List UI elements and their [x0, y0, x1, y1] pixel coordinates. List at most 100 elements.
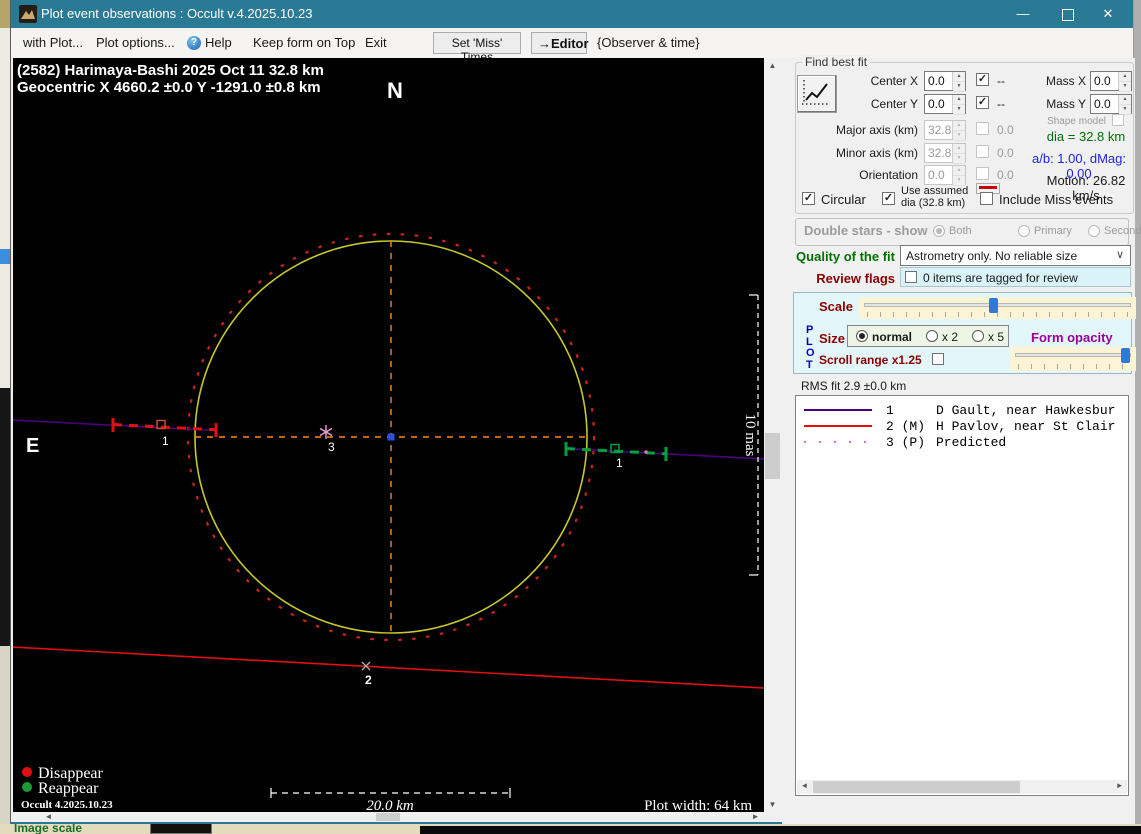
close-button[interactable]: ✕: [1088, 0, 1128, 28]
plot-letter-o: O: [806, 347, 815, 359]
chord2-line: [10, 646, 765, 689]
menu-observer-time[interactable]: {Observer & time}: [597, 35, 700, 50]
center-y-spinner[interactable]: ▲ ▼: [952, 95, 965, 115]
set-miss-times-button[interactable]: Set 'Miss' Times: [433, 32, 521, 64]
center-y-input[interactable]: ▲▼: [924, 94, 966, 115]
plot-horizontal-scrollbar[interactable]: ◄ ►: [41, 812, 763, 822]
major-axis-input: ▲▼: [924, 120, 966, 141]
scroll-left-arrow[interactable]: ◄: [41, 812, 56, 822]
major-axis-checkbox: [976, 122, 989, 135]
list-item[interactable]: 3 (P) Predicted: [796, 434, 1128, 450]
plot-letter-t: T: [806, 358, 813, 371]
size-label: Size: [819, 331, 846, 346]
minor-axis-input: ▲▼: [924, 143, 966, 164]
reappear-legend-dot: [22, 782, 32, 792]
vertical-scroll-thumb[interactable]: [765, 433, 780, 479]
size-radio-group: normal x 2 x 5: [847, 325, 1009, 347]
menu-keep-on-top[interactable]: Keep form on Top: [253, 35, 355, 50]
chord2-label: 2: [365, 673, 372, 687]
background-fragment: [0, 388, 10, 646]
scale-slider-ticks: [867, 312, 1128, 317]
scale-slider[interactable]: [859, 297, 1136, 319]
minor-axis-flag: 0.0: [997, 146, 1014, 160]
reappear-legend-label: Reappear: [38, 780, 99, 797]
shape-model-label: Shape model: [1047, 116, 1106, 127]
menubar: with Plot... Plot options... ? Help Keep…: [11, 28, 1133, 64]
double-both-label: Both: [949, 225, 972, 237]
titlebar: Plot event observations : Occult v.4.202…: [11, 0, 1133, 28]
shape-model-checkbox[interactable]: [1112, 114, 1124, 126]
mass-x-spinner[interactable]: ▲ ▼: [1118, 72, 1131, 92]
observation-name: D Gault, near Hawkesbur: [936, 403, 1116, 418]
editor-button[interactable]: →Editor: [531, 32, 589, 54]
major-axis-label: Major axis (km): [835, 123, 918, 137]
mass-x-label: Mass X: [1045, 74, 1086, 88]
observation-number: 2 (M): [886, 419, 926, 434]
scroll-range-checkbox[interactable]: [932, 353, 944, 365]
km-scale-bar: [270, 788, 511, 798]
minimize-button[interactable]: —: [1003, 0, 1043, 28]
mass-y-spinner[interactable]: ▲ ▼: [1118, 95, 1131, 115]
observations-list[interactable]: 1 D Gault, near Hawkesbur 2 (M) H Pavlov…: [795, 395, 1129, 796]
circular-checkbox[interactable]: ✓: [802, 192, 815, 205]
include-miss-label: Include Miss events: [999, 192, 1114, 207]
scale-slider-thumb[interactable]: [989, 298, 998, 313]
north-label: N: [387, 78, 403, 103]
size-x2-label: x 2: [942, 330, 959, 344]
plot-vertical-scrollbar[interactable]: ▲ ▼: [764, 58, 781, 812]
km-scale-label: 20.0 km: [366, 798, 414, 812]
red-line-swatch: [979, 186, 997, 189]
size-normal-radio[interactable]: [856, 330, 868, 342]
quality-label: Quality of the fit: [796, 249, 895, 264]
circular-label: Circular: [821, 192, 866, 207]
plot-canvas[interactable]: 1 1 3 2 10 mas 20.0 km Plot width: 64 km…: [10, 58, 765, 814]
include-miss-checkbox[interactable]: [980, 192, 993, 205]
scroll-range-label: Scroll range x1.25: [819, 353, 922, 367]
size-normal-label: normal: [872, 330, 913, 344]
quality-dropdown[interactable]: Astrometry only. No reliable size ∨: [900, 245, 1131, 266]
menu-exit[interactable]: Exit: [365, 35, 387, 50]
menu-plot-options[interactable]: Plot options...: [96, 35, 175, 50]
center-x-checkbox[interactable]: ✓: [976, 73, 989, 86]
double-primary-radio: [1018, 225, 1030, 237]
opacity-slider-track: [1015, 353, 1131, 357]
disappear-legend-dot: [22, 767, 32, 777]
scroll-right-arrow[interactable]: ►: [748, 812, 763, 822]
center-x-flag: --: [997, 74, 1005, 88]
mass-x-input[interactable]: ▲▼: [1090, 71, 1132, 92]
east-label: E: [26, 435, 39, 457]
review-flags-box: 0 items are tagged for review: [900, 267, 1131, 287]
scroll-down-arrow[interactable]: ▼: [764, 797, 781, 812]
menu-help[interactable]: Help: [205, 35, 232, 50]
opacity-slider[interactable]: [1010, 347, 1136, 371]
center-x-spinner[interactable]: ▲ ▼: [952, 72, 965, 92]
size-x5-radio[interactable]: [972, 330, 984, 342]
list-scroll-thumb[interactable]: [813, 781, 1020, 793]
right-panel: Find best fit Center X ▲▼ ✓ --: [782, 55, 1141, 824]
mass-y-input[interactable]: ▲▼: [1090, 94, 1132, 115]
menu-with-plot[interactable]: with Plot...: [23, 35, 83, 50]
center-y-checkbox[interactable]: ✓: [976, 96, 989, 109]
use-assumed-label: Use assumed dia (32.8 km): [901, 185, 968, 209]
opacity-slider-ticks: [1018, 364, 1128, 369]
list-horizontal-scrollbar[interactable]: ◄ ►: [797, 780, 1127, 794]
size-x2-radio[interactable]: [926, 330, 938, 342]
center-x-input[interactable]: ▲▼: [924, 71, 966, 92]
scroll-up-arrow[interactable]: ▲: [764, 58, 781, 73]
minor-axis-checkbox: [976, 145, 989, 158]
find-best-fit-group: Find best fit Center X ▲▼ ✓ --: [795, 55, 1134, 214]
review-flags-checkbox[interactable]: [905, 271, 917, 283]
scroll-right-arrow[interactable]: ►: [1112, 780, 1127, 794]
list-item[interactable]: 1 D Gault, near Hawkesbur: [796, 402, 1128, 418]
chord1-r-label: 1: [616, 456, 623, 470]
horizontal-scroll-thumb[interactable]: [376, 813, 400, 821]
opacity-slider-thumb[interactable]: [1121, 348, 1130, 363]
list-item[interactable]: 2 (M) H Pavlov, near St Clair: [796, 418, 1128, 434]
background-selected-row-fragment: [0, 249, 10, 264]
predicted-label: 3: [328, 440, 335, 454]
find-best-fit-label: Find best fit: [802, 55, 871, 69]
use-assumed-checkbox[interactable]: ✓: [882, 192, 895, 205]
maximize-button[interactable]: [1048, 0, 1088, 28]
plot-title-line2: Geocentric X 4660.2 ±0.0 Y -1291.0 ±0.8 …: [17, 79, 321, 96]
scroll-left-arrow[interactable]: ◄: [797, 780, 812, 794]
